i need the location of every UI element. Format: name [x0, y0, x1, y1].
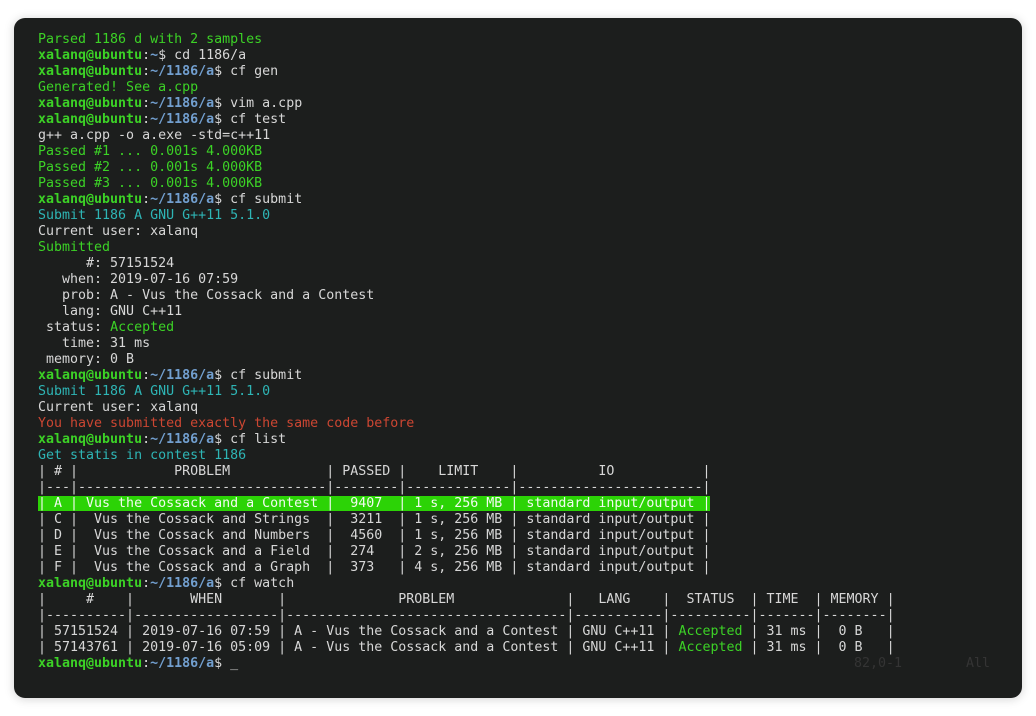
output-line-submitted: Submitted: [38, 240, 1022, 256]
watch-table-header: | # | WHEN | PROBLEM | LANG | STATUS | T…: [38, 592, 1022, 608]
submission-field-memory: memory: 0 B: [38, 352, 1022, 368]
output-line-current-user: Current user: xalanq: [38, 224, 1022, 240]
list-table-row-a-highlighted: | A | Vus the Cossack and a Contest | 94…: [38, 496, 1022, 512]
terminal-cursor: _: [230, 656, 238, 671]
submission-field-prob: prob: A - Vus the Cossack and a Contest: [38, 288, 1022, 304]
watch-table-separator: |----------|------------------|---------…: [38, 608, 1022, 624]
output-line-generated: Generated! See a.cpp: [38, 80, 1022, 96]
list-table-row-f: | F | Vus the Cossack and a Graph | 373 …: [38, 560, 1022, 576]
output-line-get-statis: Get statis in contest 1186: [38, 448, 1022, 464]
terminal-output[interactable]: Parsed 1186 d with 2 samplesxalanq@ubunt…: [38, 32, 1022, 672]
output-line-passed-1: Passed #1 ... 0.001s 4.000KB: [38, 144, 1022, 160]
submission-field-time: time: 31 ms: [38, 336, 1022, 352]
submission-field-id: #: 57151524: [38, 256, 1022, 272]
prompt-line-cf-gen: xalanq@ubuntu:~/1186/a$ cf gen: [38, 64, 1022, 80]
output-line-current-user-2: Current user: xalanq: [38, 400, 1022, 416]
prompt-line-cd: xalanq@ubuntu:~$ cd 1186/a: [38, 48, 1022, 64]
list-table-separator: |---|-------------------------------|---…: [38, 480, 1022, 496]
terminal-window: Parsed 1186 d with 2 samplesxalanq@ubunt…: [14, 18, 1022, 698]
watch-table-row-2: | 57143761 | 2019-07-16 05:09 | A - Vus …: [38, 640, 1022, 656]
output-line-submit-info: Submit 1186 A GNU G++11 5.1.0: [38, 208, 1022, 224]
list-table-row-c: | C | Vus the Cossack and Strings | 3211…: [38, 512, 1022, 528]
output-line-duplicate-warning: You have submitted exactly the same code…: [38, 416, 1022, 432]
ghost-vim-scroll-position: All: [966, 656, 990, 672]
submission-field-status: status: Accepted: [38, 320, 1022, 336]
list-table-row-d: | D | Vus the Cossack and Numbers | 4560…: [38, 528, 1022, 544]
prompt-line-cf-submit: xalanq@ubuntu:~/1186/a$ cf submit: [38, 192, 1022, 208]
list-table-row-e: | E | Vus the Cossack and a Field | 274 …: [38, 544, 1022, 560]
output-line-passed-3: Passed #3 ... 0.001s 4.000KB: [38, 176, 1022, 192]
prompt-line-cf-submit-2: xalanq@ubuntu:~/1186/a$ cf submit: [38, 368, 1022, 384]
watch-table-row-1: | 57151524 | 2019-07-16 07:59 | A - Vus …: [38, 624, 1022, 640]
prompt-line-cf-test: xalanq@ubuntu:~/1186/a$ cf test: [38, 112, 1022, 128]
output-line-parsed: Parsed 1186 d with 2 samples: [38, 32, 1022, 48]
output-line-submit-info-2: Submit 1186 A GNU G++11 5.1.0: [38, 384, 1022, 400]
prompt-line-cf-watch: xalanq@ubuntu:~/1186/a$ cf watch: [38, 576, 1022, 592]
submission-field-when: when: 2019-07-16 07:59: [38, 272, 1022, 288]
output-line-compile: g++ a.cpp -o a.exe -std=c++11: [38, 128, 1022, 144]
submission-field-lang: lang: GNU C++11: [38, 304, 1022, 320]
output-line-passed-2: Passed #2 ... 0.001s 4.000KB: [38, 160, 1022, 176]
prompt-line-vim: xalanq@ubuntu:~/1186/a$ vim a.cpp: [38, 96, 1022, 112]
prompt-line-cf-list: xalanq@ubuntu:~/1186/a$ cf list: [38, 432, 1022, 448]
ghost-vim-ruler: 82,0-1: [854, 656, 902, 672]
list-table-header: | # | PROBLEM | PASSED | LIMIT | IO |: [38, 464, 1022, 480]
